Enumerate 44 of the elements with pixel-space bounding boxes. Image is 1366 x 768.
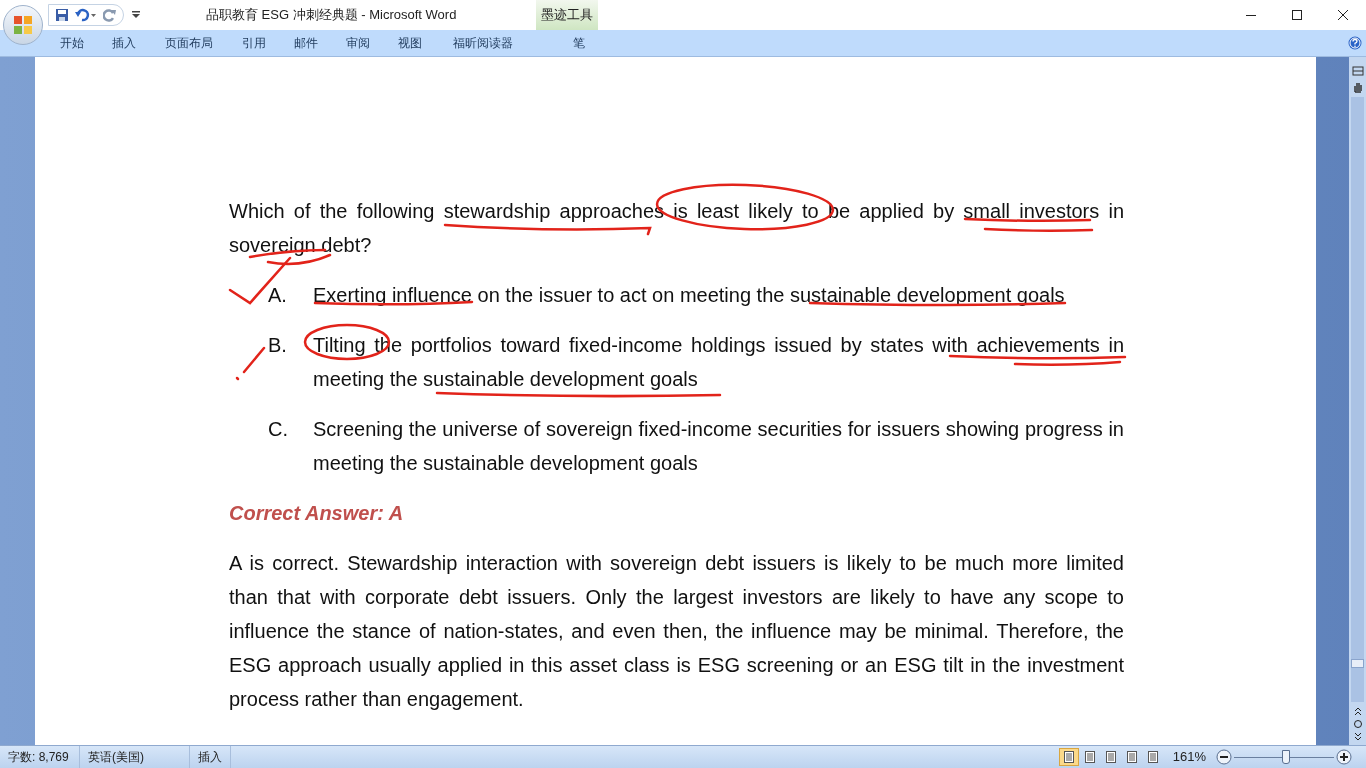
ribbon-tab[interactable]: 审阅 [332, 30, 384, 56]
option-text: Exerting influence on the issuer to act on meeting the sustainable development goals [313, 283, 1066, 308]
zoom-out-icon[interactable] [1216, 749, 1232, 765]
print-layout-icon[interactable] [1058, 748, 1079, 766]
option-letter: B. [267, 333, 288, 358]
minimize-icon [1246, 14, 1256, 16]
maximize-icon [1292, 10, 1302, 20]
zoom-in-icon[interactable] [1336, 749, 1352, 765]
ribbon-tab[interactable]: 开始 [46, 30, 98, 56]
scroll-thumb[interactable] [1351, 659, 1364, 668]
save-icon[interactable] [55, 8, 69, 22]
split-window-icon[interactable] [1351, 65, 1364, 77]
next-page-icon[interactable] [1352, 732, 1363, 742]
language-status[interactable]: 英语(美国) [80, 746, 190, 768]
office-logo-icon [13, 15, 33, 35]
option-letter: C. [267, 417, 289, 442]
help-icon[interactable] [1348, 36, 1362, 50]
ribbon-tab[interactable]: 视图 [384, 30, 436, 56]
explanation-text: A is correct. Stewardship interaction with sovereign debt issuers is likely to be much more limited than that with corporate debt issuers. Only the largest investors are likely to have any scope to influence the stance of nation-states, and even then, the influence may be minimal. Therefore, the ESG approach usually applied in this asset class is ESG screening or an ESG tilt in the investment process rather than engagement. [229, 551, 1124, 712]
customize-toolbar-icon[interactable] [132, 11, 140, 19]
zoom-slider-thumb[interactable] [1281, 750, 1290, 764]
office-button[interactable] [3, 5, 43, 45]
window-title: 品职教育 ESG 冲刺经典题 - Microsoft Word [206, 6, 457, 25]
ribbon-tab[interactable]: 页面布局 [150, 30, 228, 56]
browse-object-icon[interactable] [1352, 719, 1363, 729]
zoom-slider-track[interactable] [1234, 749, 1334, 765]
ribbon-tab[interactable]: 引用 [228, 30, 280, 56]
ribbon-tab[interactable]: 邮件 [280, 30, 332, 56]
ribbon-tab[interactable]: 插入 [98, 30, 150, 56]
close-icon [1338, 10, 1348, 20]
hand-icon[interactable] [1351, 81, 1364, 93]
insert-mode-status[interactable]: 插入 [190, 746, 231, 768]
ribbon-tab[interactable]: 笔 [544, 30, 614, 56]
ribbon-tab[interactable]: 福昕阅读器 [436, 30, 530, 56]
vertical-scrollbar[interactable] [1351, 97, 1364, 702]
previous-page-icon[interactable] [1352, 706, 1363, 716]
correct-answer-heading: Correct Answer: A [229, 501, 405, 526]
option-letter: A. [267, 283, 288, 308]
zoom-level[interactable]: 161% [1172, 747, 1206, 767]
undo-icon[interactable] [75, 8, 97, 22]
redo-icon[interactable] [103, 8, 117, 22]
word-count[interactable]: 字数: 8,769 [0, 746, 80, 768]
option-text: Screening the universe of sovereign fixed-income securities for issuers showing progress in meeting the sustainable development goals [313, 417, 1124, 476]
ink-tools-tab-group: 墨迹工具 [536, 0, 598, 30]
